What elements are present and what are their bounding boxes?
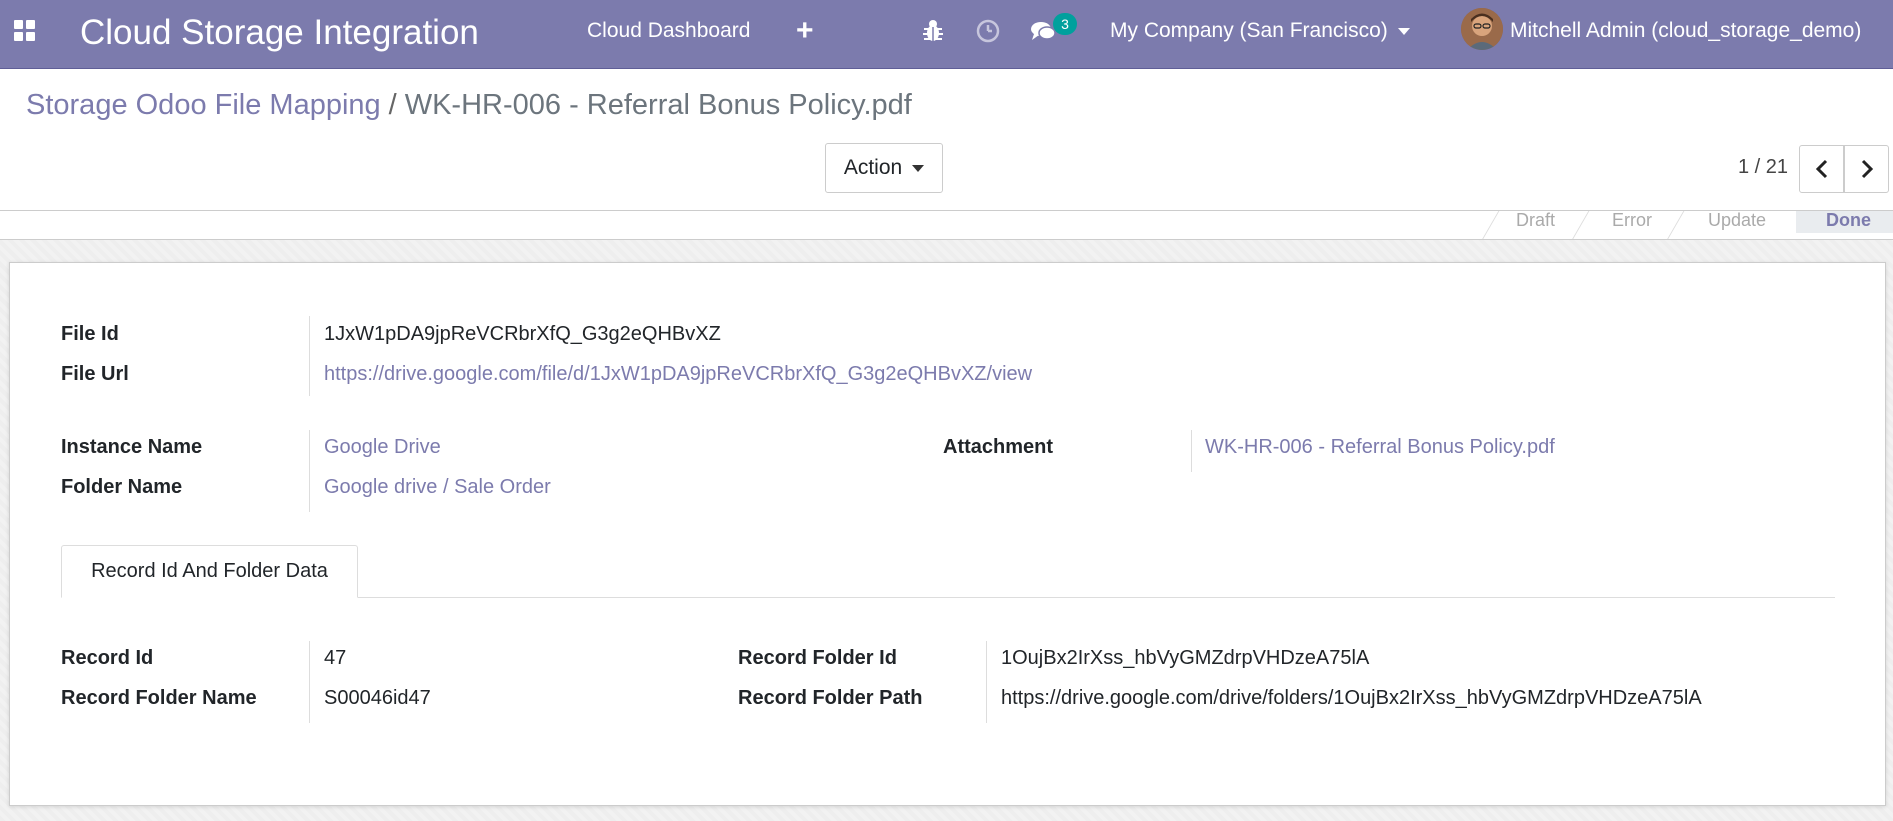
field-divider	[309, 641, 310, 723]
record-folder-name-value: S00046id47	[324, 687, 431, 709]
chevron-down-icon	[912, 164, 925, 172]
breadcrumb-current: WK-HR-006 - Referral Bonus Policy.pdf	[404, 89, 912, 121]
chevron-down-icon	[1397, 27, 1410, 35]
folder-name-link[interactable]: Google drive / Sale Order	[324, 476, 551, 499]
field-divider	[309, 430, 310, 512]
statusbar: Draft Error Update Done	[0, 211, 1893, 240]
stage-update[interactable]: Update	[1708, 211, 1766, 233]
attachment-label: Attachment	[943, 436, 1054, 458]
folder-name-label: Folder Name	[61, 476, 183, 498]
record-folder-id-label: Record Folder Id	[738, 647, 897, 669]
file-url-link[interactable]: https://drive.google.com/file/d/1JxW1pDA…	[324, 363, 1032, 386]
clock-icon[interactable]	[973, 16, 1003, 46]
file-url-label: File Url	[61, 363, 129, 385]
apps-grid-icon[interactable]	[14, 20, 38, 44]
attachment-link[interactable]: WK-HR-006 - Referral Bonus Policy.pdf	[1205, 436, 1555, 459]
field-divider	[986, 641, 987, 723]
action-dropdown-button[interactable]: Action	[825, 143, 943, 193]
stage-divider	[1666, 211, 1685, 239]
bug-icon[interactable]	[918, 16, 948, 46]
chevron-left-icon	[1815, 159, 1827, 179]
stage-error[interactable]: Error	[1612, 211, 1652, 233]
record-folder-path-label: Record Folder Path	[738, 687, 923, 709]
breadcrumb-parent-link[interactable]: Storage Odoo File Mapping	[26, 89, 381, 121]
pager-next-button[interactable]	[1844, 145, 1889, 193]
pager-value[interactable]: 1 / 21	[1738, 156, 1788, 179]
breadcrumb: Storage Odoo File Mapping / WK-HR-006 - Re…	[26, 89, 912, 122]
file-id-label: File Id	[61, 323, 119, 345]
menu-cloud-dashboard[interactable]: Cloud Dashboard	[587, 19, 750, 43]
stage-draft[interactable]: Draft	[1516, 211, 1555, 233]
record-folder-path-value: https://drive.google.com/drive/folders/1…	[1001, 687, 1702, 709]
record-folder-id-value: 1OujBx2IrXss_hbVyGMZdrpVHDzeA75lA	[1001, 647, 1370, 669]
instance-name-link[interactable]: Google Drive	[324, 436, 441, 459]
record-id-value: 47	[324, 647, 347, 669]
stage-done[interactable]: Done	[1796, 211, 1893, 233]
tab-record-id-folder-data[interactable]: Record Id And Folder Data	[61, 545, 358, 598]
file-id-value: 1JxW1pDA9jpReVCRbrXfQ_G3g2eQHBvXZ	[324, 323, 721, 345]
plus-icon[interactable]: +	[796, 14, 814, 48]
user-menu[interactable]: Mitchell Admin (cloud_storage_demo)	[1510, 19, 1861, 43]
action-label: Action	[843, 156, 903, 179]
breadcrumb-separator: /	[388, 89, 397, 121]
chevron-right-icon	[1861, 159, 1873, 179]
control-panel: Storage Odoo File Mapping / WK-HR-006 - Re…	[0, 69, 1893, 211]
stage-divider	[1481, 211, 1500, 239]
chat-count-badge: 3	[1053, 13, 1077, 35]
top-navbar: Cloud Storage Integration Cloud Dashboar…	[0, 0, 1893, 69]
app-title: Cloud Storage Integration	[80, 13, 479, 52]
company-name: My Company (San Francisco)	[1110, 19, 1388, 42]
record-folder-name-label: Record Folder Name	[61, 687, 257, 709]
form-sheet	[9, 262, 1886, 806]
record-id-label: Record Id	[61, 647, 154, 669]
stage-divider	[1571, 211, 1590, 239]
field-divider	[309, 316, 310, 396]
pager-previous-button[interactable]	[1799, 145, 1844, 193]
company-switcher[interactable]: My Company (San Francisco)	[1110, 19, 1410, 43]
instance-name-label: Instance Name	[61, 436, 203, 458]
avatar[interactable]	[1461, 8, 1503, 50]
field-divider	[1191, 430, 1192, 472]
